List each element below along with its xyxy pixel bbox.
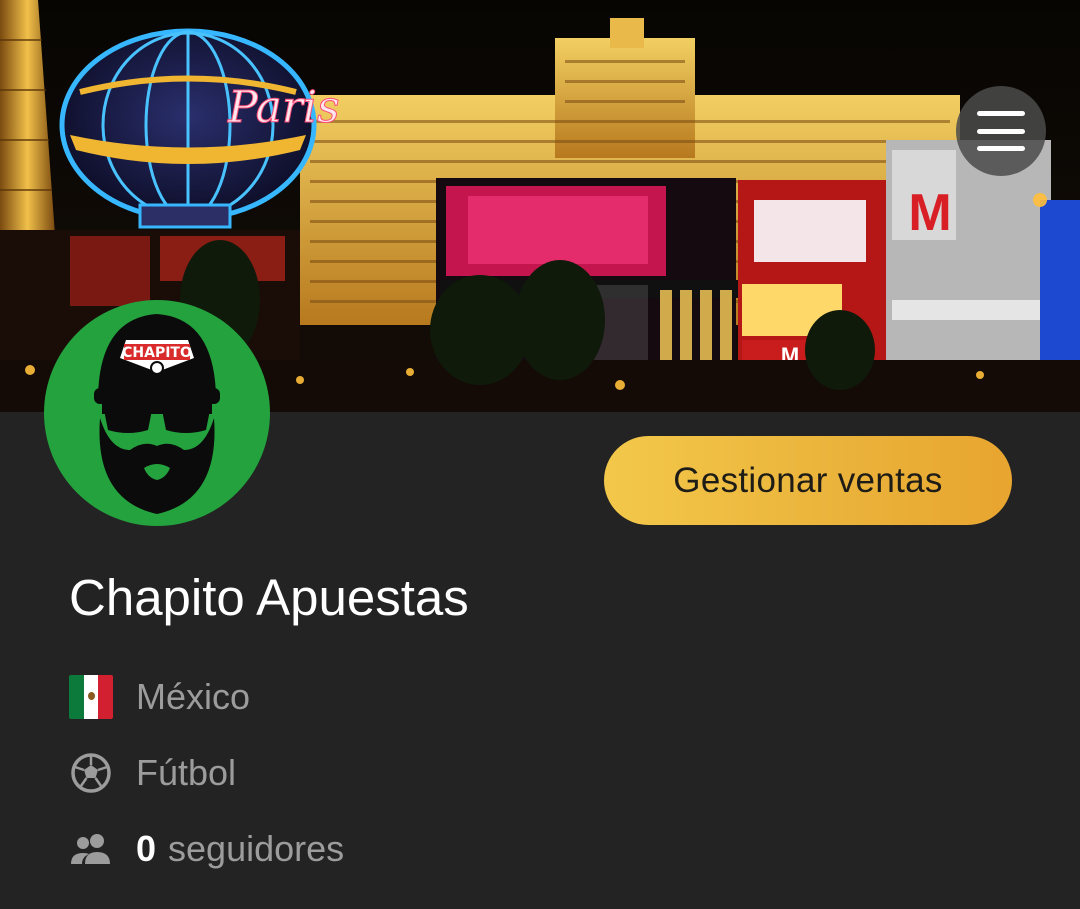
manage-sales-button[interactable]: Gestionar ventas: [604, 436, 1012, 525]
menu-button[interactable]: [956, 86, 1046, 176]
profile-name: Chapito Apuestas: [69, 569, 469, 626]
people-icon: [68, 826, 114, 872]
mexico-flag-icon: [68, 674, 114, 720]
soccer-ball-icon: [68, 750, 114, 796]
profile-avatar[interactable]: CHAPITO: [44, 300, 270, 526]
hamburger-menu-icon: [977, 111, 1025, 151]
svg-text:Paris: Paris: [227, 82, 340, 133]
avatar-logo-text: CHAPITO: [122, 345, 192, 361]
followers-label: seguidores: [168, 828, 345, 869]
sport-label: Fútbol: [136, 752, 237, 793]
country-row: México: [68, 672, 250, 722]
country-label: México: [136, 676, 251, 717]
svg-text:M: M: [908, 184, 951, 242]
followers-row[interactable]: 0 seguidores: [68, 824, 344, 874]
followers-count: 0: [136, 828, 157, 869]
sport-row: Fútbol: [68, 748, 236, 798]
